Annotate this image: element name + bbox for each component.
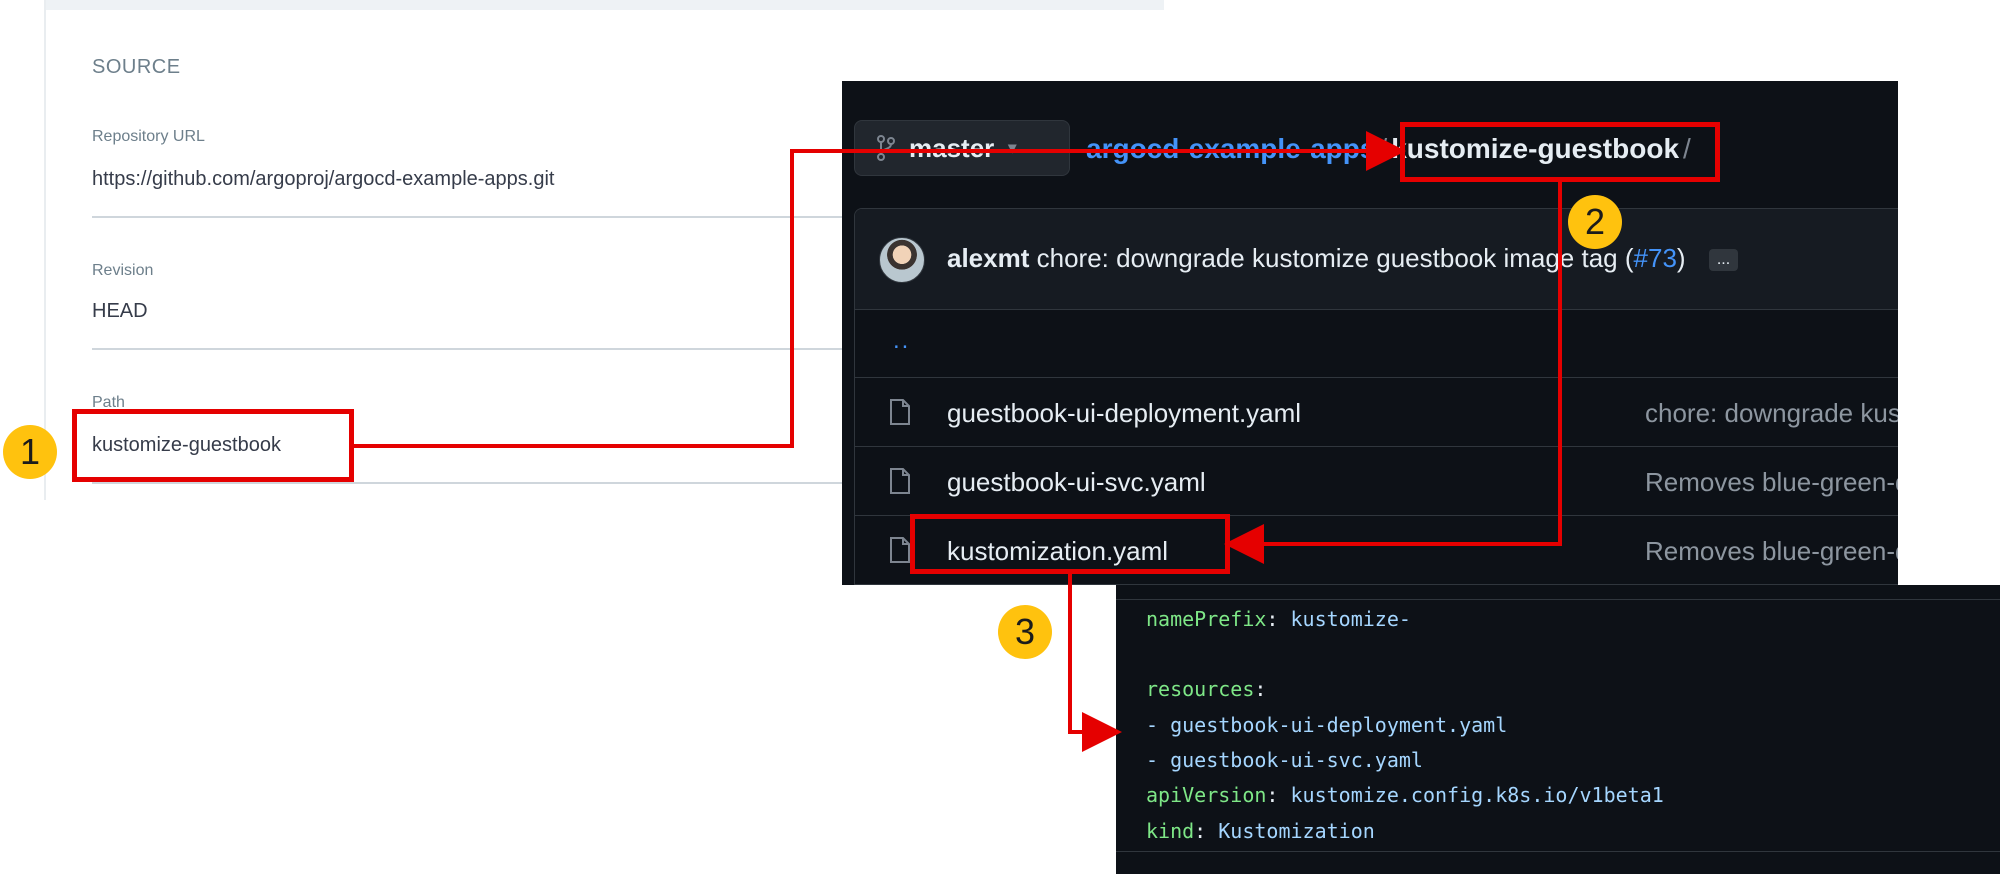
- step-1-badge: 1: [3, 425, 57, 479]
- arrow-step-2: [1224, 182, 1562, 564]
- annotation-arrows: [354, 131, 1562, 752]
- step-2-badge: 2: [1568, 195, 1622, 249]
- arrow-step-1: [354, 131, 1406, 448]
- step-3-badge: 3: [998, 605, 1052, 659]
- arrow-step-3: [1068, 574, 1122, 752]
